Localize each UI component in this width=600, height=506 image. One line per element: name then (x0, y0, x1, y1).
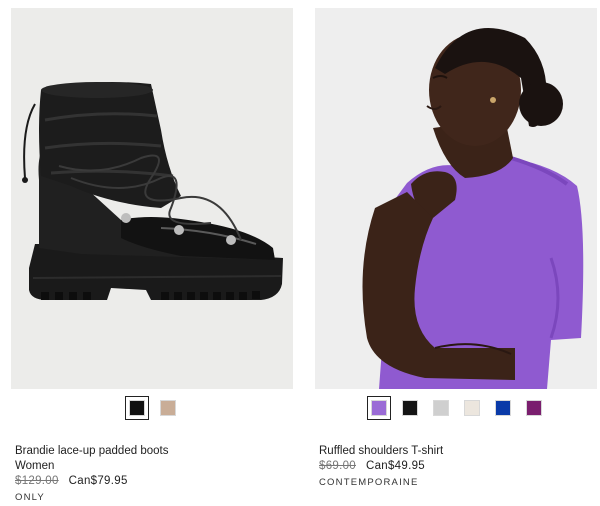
color-swatches-tshirt (315, 396, 597, 420)
color-swatch[interactable] (398, 396, 422, 420)
product-image-boots[interactable] (11, 8, 293, 389)
color-swatch[interactable] (460, 396, 484, 420)
price-row: $69.00 Can$49.95 (319, 459, 595, 474)
original-price: $129.00 (15, 475, 59, 487)
product-name[interactable]: Ruffled shoulders T-shirt (319, 444, 595, 459)
color-swatch[interactable] (366, 396, 391, 420)
swatch-color-fill (494, 400, 511, 416)
swatch-color-fill (525, 400, 542, 416)
brand-tag: ONLY (15, 492, 45, 503)
product-info-boots: Brandie lace-up padded boots Women $129.… (15, 444, 291, 505)
sale-price: Can$49.95 (365, 460, 425, 472)
product-name[interactable]: Brandie lace-up padded boots (15, 444, 291, 459)
color-swatch[interactable] (491, 396, 515, 420)
price-row: $129.00 Can$79.95 (15, 474, 291, 489)
product-image-tshirt[interactable] (315, 8, 597, 389)
product-card-tshirt: Ruffled shoulders T-shirt $69.00 Can$49.… (315, 0, 597, 488)
swatch-color-fill (401, 400, 418, 416)
color-swatch[interactable] (156, 396, 180, 420)
color-swatch[interactable] (522, 396, 546, 420)
product-card-boots: Brandie lace-up padded boots Women $129.… (11, 0, 293, 503)
swatch-color-fill (159, 400, 176, 416)
color-swatch[interactable] (429, 396, 453, 420)
swatch-color-fill (128, 400, 145, 416)
black-padded-boot-image (11, 8, 293, 389)
product-info-tshirt: Ruffled shoulders T-shirt $69.00 Can$49.… (319, 444, 595, 490)
model-purple-tshirt-image (315, 8, 597, 389)
brand-tag: CONTEMPORAINE (319, 477, 419, 488)
swatch-color-fill (370, 400, 387, 416)
original-price: $69.00 (319, 460, 356, 472)
swatch-color-fill (432, 400, 449, 416)
color-swatch[interactable] (124, 396, 149, 420)
product-category: Women (15, 460, 55, 472)
product-grid: Brandie lace-up padded boots Women $129.… (0, 0, 600, 506)
swatch-color-fill (463, 400, 480, 416)
color-swatches-boots (11, 396, 293, 420)
sale-price: Can$79.95 (68, 475, 128, 487)
